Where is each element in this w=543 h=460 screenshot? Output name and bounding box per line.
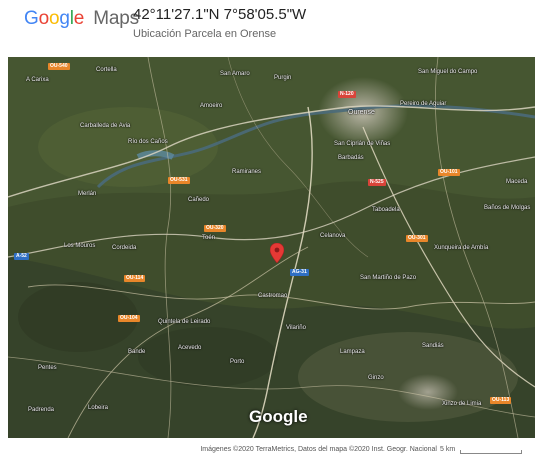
map-label: San Miguel do Campo	[418, 69, 478, 75]
map-label: Taboadela	[372, 207, 400, 213]
road-shield: OU-301	[406, 235, 428, 242]
map-label: Cordeida	[112, 245, 137, 251]
road-shield: N-525	[368, 179, 386, 186]
road-shield: OU-113	[490, 397, 512, 404]
google-watermark: Google	[249, 407, 308, 426]
map-label: Xinzo de Limia	[442, 401, 482, 407]
satellite-map[interactable]: A Carixa Cortella San Amaro Purgin Ouren…	[8, 57, 535, 438]
map-label: A Carixa	[26, 77, 49, 83]
map-label: Cortella	[96, 67, 117, 73]
map-label: Barbadás	[338, 155, 364, 161]
road-shield: OU-114	[124, 275, 146, 282]
map-label: Bande	[128, 349, 146, 355]
map-label: Ourense	[348, 109, 375, 116]
road-shield: OU-540	[48, 63, 70, 70]
map-label: Lampaza	[340, 349, 365, 355]
map-label: Lobeira	[88, 405, 109, 411]
map-label: Baños de Molgas	[484, 205, 531, 211]
map-label: Merlán	[78, 191, 97, 197]
map-label: Pereiro de Aguiar	[400, 101, 447, 107]
map-label: Amoeiro	[200, 103, 223, 109]
google-maps-logo[interactable]: Google Maps	[24, 8, 139, 30]
map-label: Celanova	[320, 233, 346, 239]
road-shield: AG-31	[290, 269, 309, 276]
map-label: Carballeda de Avia	[80, 123, 131, 129]
map-label: Sandiás	[422, 343, 444, 349]
scale-bar	[460, 450, 522, 454]
map-footer: Imágenes ©2020 TerraMetrics, Datos del m…	[0, 440, 543, 460]
header: Google Maps 42°11'27.1"N 7°58'05.5"W Ubi…	[0, 0, 543, 56]
map-label: San Amaro	[220, 71, 250, 77]
road-shield: OU-320	[204, 225, 226, 232]
map-label: Xunqueira de Ambía	[434, 245, 489, 251]
map-label: San Martiño de Pazo	[360, 275, 417, 281]
map-label: Quintela de Leirado	[158, 319, 211, 325]
map-label: San Ciprián de Viñas	[334, 141, 391, 147]
location-pin-icon[interactable]	[270, 243, 284, 263]
road-shield: OU-104	[118, 315, 140, 322]
road-shield: A-52	[14, 253, 29, 260]
map-label: Vilariño	[286, 325, 306, 331]
road-shield: N-120	[338, 91, 356, 98]
map-label: Purgin	[274, 75, 292, 81]
map-label: Acevedo	[178, 345, 202, 351]
map-label: Porto	[230, 359, 245, 365]
map-label: Ramiranes	[232, 169, 262, 175]
map-label: Toén	[202, 235, 216, 241]
map-label: Pentes	[38, 365, 57, 371]
map-label: Maceda	[506, 179, 528, 185]
location-subtitle: Ubicación Parcela en Orense	[133, 28, 277, 40]
coordinates-title: 42°11'27.1"N 7°58'05.5"W	[133, 6, 307, 23]
map-label: Padrenda	[28, 407, 55, 413]
map-attribution[interactable]: Imágenes ©2020 TerraMetrics, Datos del m…	[200, 446, 437, 453]
road-shield: OU-531	[168, 177, 190, 184]
scale-label: 5 km	[440, 446, 456, 453]
map-label: Los Mouros	[64, 243, 96, 249]
map-label: Río dos Caños	[128, 139, 168, 145]
map-label: Cañedo	[188, 197, 210, 203]
map-label: Ginzo	[368, 375, 384, 381]
map-label: Castromao	[258, 293, 288, 299]
road-shield: OU-101	[438, 169, 460, 176]
